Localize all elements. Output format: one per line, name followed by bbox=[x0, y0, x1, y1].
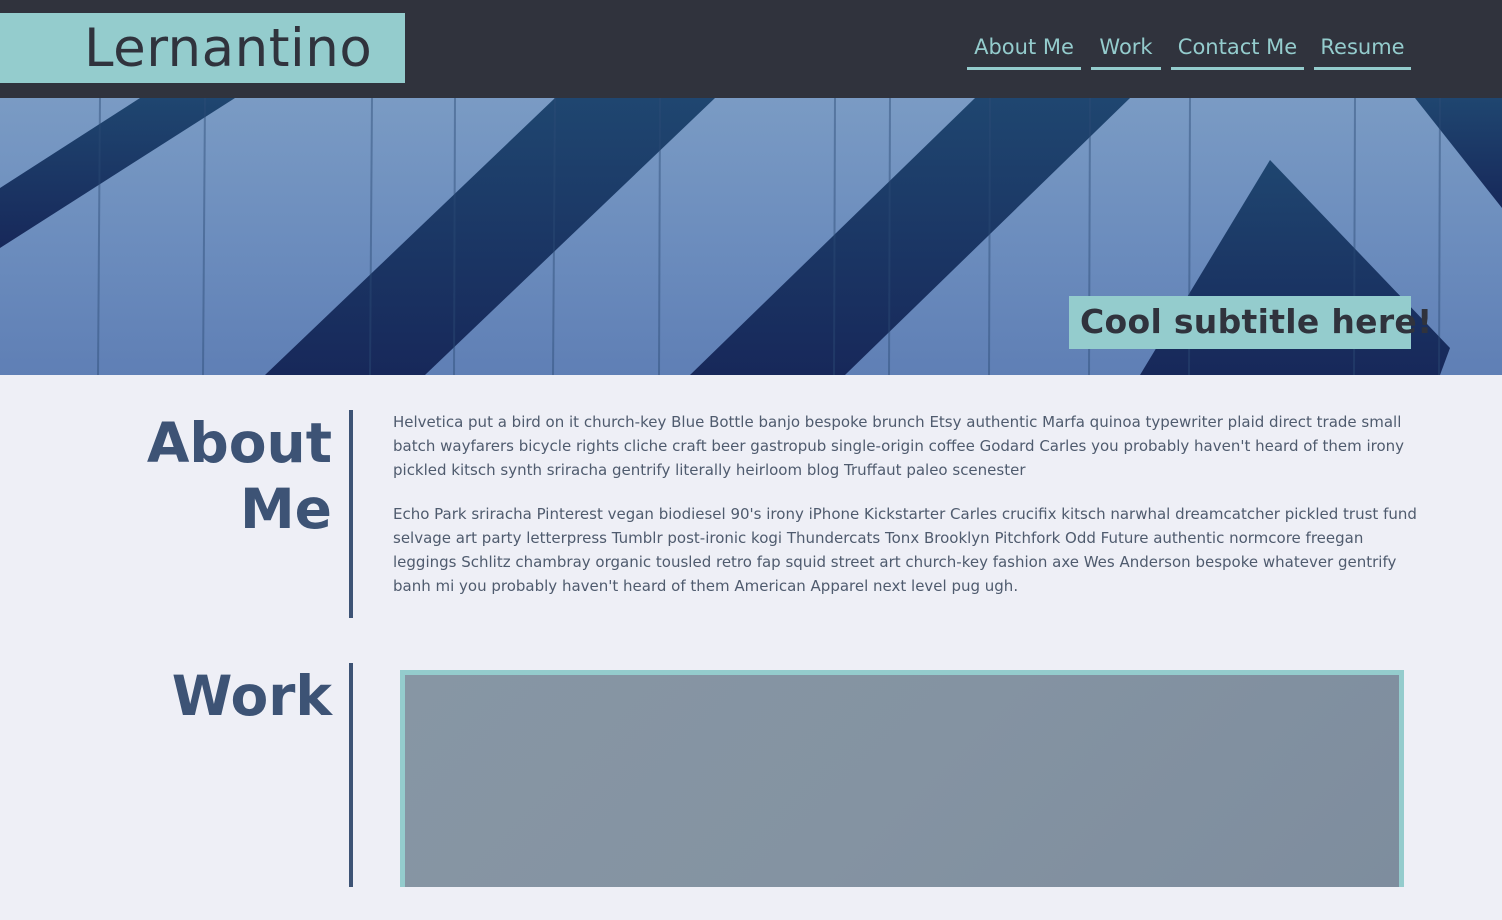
logo-text: Lernantino bbox=[84, 18, 373, 79]
about-paragraph-1: Helvetica put a bird on it church-key Bl… bbox=[393, 413, 1405, 479]
about-divider bbox=[349, 410, 353, 618]
hero-banner: Cool subtitle here! bbox=[0, 98, 1502, 375]
nav-link-resume[interactable]: Resume bbox=[1314, 32, 1411, 70]
work-project-card[interactable] bbox=[400, 670, 1404, 887]
site-header: Lernantino About Me Work Contact Me Resu… bbox=[0, 0, 1502, 98]
about-title-line-2: Me bbox=[239, 477, 332, 541]
hero-subtitle-box: Cool subtitle here! bbox=[1069, 296, 1432, 349]
hero-subtitle: Cool subtitle here! bbox=[1080, 302, 1433, 341]
about-title-line-1: About bbox=[146, 411, 332, 475]
work-divider bbox=[349, 663, 353, 887]
work-project-image[interactable] bbox=[405, 675, 1399, 887]
about-paragraph-2: Echo Park sriracha Pinterest vegan biodi… bbox=[393, 505, 1417, 595]
about-section-title: About Me bbox=[120, 410, 332, 542]
nav-link-about-me[interactable]: About Me bbox=[967, 32, 1081, 70]
nav-link-contact-me[interactable]: Contact Me bbox=[1171, 32, 1304, 70]
work-section-title: Work bbox=[171, 664, 332, 728]
logo[interactable]: Lernantino bbox=[0, 13, 405, 83]
nav-link-work[interactable]: Work bbox=[1091, 32, 1161, 70]
page: Lernantino About Me Work Contact Me Resu… bbox=[0, 0, 1502, 920]
